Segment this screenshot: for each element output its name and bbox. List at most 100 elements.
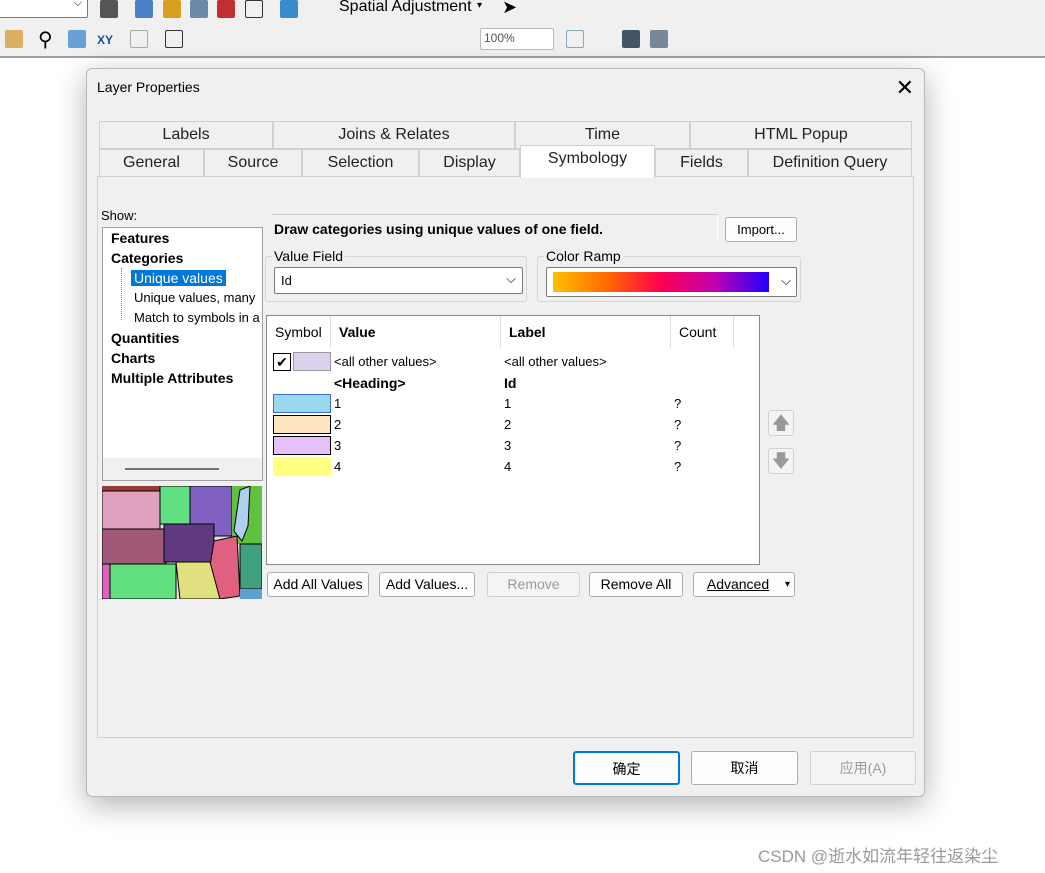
value-field-group: Value Field Id ⌵ (265, 248, 527, 302)
tab-labels[interactable]: Labels (99, 121, 273, 149)
label-cell: 4 (504, 459, 512, 474)
python-icon[interactable] (245, 0, 263, 18)
count-cell: ? (674, 417, 682, 432)
find-binoculars-icon[interactable]: ⚲ (38, 27, 53, 52)
add-values-button[interactable]: Add Values... (379, 572, 475, 597)
tab-definition-query[interactable]: Definition Query (748, 149, 912, 177)
column-header-value[interactable]: Value (331, 316, 501, 348)
label-cell: <all other values> (504, 354, 607, 369)
toolbar-combo[interactable]: ⌵ (0, 0, 88, 18)
zoom-value: 100% (484, 31, 515, 45)
remove-all-button[interactable]: Remove All (589, 572, 683, 597)
tree-item-multiple-attributes[interactable]: Multiple Attributes (111, 370, 233, 386)
checkbox[interactable]: ✔ (273, 353, 291, 371)
search-window-icon[interactable] (190, 0, 208, 18)
catalog-icon[interactable] (163, 0, 181, 18)
table-row[interactable]: 4 4? (267, 457, 757, 478)
column-header-count[interactable]: Count (671, 316, 734, 348)
select-arrow-icon[interactable]: ➤ (502, 0, 517, 18)
dropdown-arrow-icon: ▾ (784, 579, 790, 590)
tab-selection[interactable]: Selection (302, 149, 419, 177)
time-slider-icon[interactable] (130, 30, 148, 48)
map-preview (102, 486, 262, 599)
tab-general[interactable]: General (99, 149, 204, 177)
table-row[interactable]: 1 1? (267, 394, 757, 415)
value-cell: 2 (334, 417, 342, 432)
tree-item-features[interactable]: Features (111, 230, 169, 246)
goto-xy-icon[interactable]: XY (97, 33, 113, 47)
column-header-symbol[interactable]: Symbol (267, 316, 331, 348)
horizontal-scrollbar[interactable] (103, 458, 262, 480)
move-down-arrow-icon[interactable]: 🡇 (768, 448, 794, 474)
symbol-swatch[interactable] (273, 457, 331, 476)
route-icon[interactable] (68, 30, 86, 48)
value-cell: 4 (334, 459, 342, 474)
symbol-swatch[interactable] (273, 394, 331, 413)
add-all-values-button[interactable]: Add All Values (267, 572, 369, 597)
chevron-down-icon: ⌵ (781, 273, 791, 288)
tree-item-categories[interactable]: Categories (111, 250, 183, 266)
move-up-arrow-icon[interactable]: 🡅 (768, 410, 794, 436)
dropdown-arrow-icon: ▾ (477, 0, 483, 11)
toolbox-icon[interactable] (217, 0, 235, 18)
tree-item-match-symbols[interactable]: Match to symbols in a (134, 310, 260, 325)
table-row[interactable]: ✔ <all other values> <all other values> (267, 352, 757, 373)
magnifier-icon[interactable] (165, 30, 183, 48)
data-driven-pages-icon[interactable] (650, 30, 668, 48)
spatial-adjustment-menu[interactable]: Spatial Adjustment (339, 0, 472, 16)
cancel-button[interactable]: 取消 (691, 751, 798, 785)
watermark: CSDN @逝水如流年轻往返染尘 (758, 847, 999, 866)
layout-zoom-combo[interactable]: 100% (480, 28, 554, 50)
tree-item-unique-values[interactable]: Unique values (131, 270, 226, 286)
label-cell: 1 (504, 396, 512, 411)
tab-html-popup[interactable]: HTML Popup (690, 121, 912, 149)
label-cell: 3 (504, 438, 512, 453)
renderer-tree[interactable]: Features Categories Unique values Unique… (102, 227, 263, 481)
show-label: Show: (101, 208, 138, 223)
import-button-label: Import... (737, 222, 785, 237)
color-ramp-swatch (553, 272, 769, 292)
edit-icon[interactable] (100, 0, 118, 18)
tab-display[interactable]: Display (419, 149, 520, 177)
measure-icon[interactable] (5, 30, 23, 48)
table-row[interactable]: 2 2? (267, 415, 757, 436)
tree-item-unique-values-many[interactable]: Unique values, many (134, 290, 255, 305)
layer-properties-dialog: Layer Properties ✕ Labels Joins & Relate… (86, 68, 925, 797)
toolbar: ⌵ Spatial Adjustment ▾ ➤ ⚲ XY 100% (0, 0, 1045, 58)
value-field-value: Id (281, 273, 292, 288)
count-cell: ? (674, 459, 682, 474)
advanced-button[interactable]: Advanced ▾ (693, 572, 795, 597)
tab-fields[interactable]: Fields (655, 149, 748, 177)
symbol-swatch[interactable] (273, 436, 331, 455)
color-ramp-dropdown[interactable]: ⌵ (546, 267, 797, 297)
apply-button[interactable]: 应用(A) (810, 751, 916, 785)
symbology-panel: Show: Features Categories Unique values … (97, 176, 914, 738)
value-cell: <all other values> (334, 354, 437, 369)
layout-view-icon[interactable] (566, 30, 584, 48)
value-field-dropdown[interactable]: Id ⌵ (274, 267, 523, 294)
symbol-swatch[interactable] (293, 352, 331, 371)
tab-symbology[interactable]: Symbology (520, 145, 655, 178)
modelbuilder-icon[interactable] (280, 0, 298, 18)
tab-joins-relates[interactable]: Joins & Relates (273, 121, 515, 149)
import-button[interactable]: Import... (725, 217, 797, 242)
unique-values-table[interactable]: Symbol Value Label Count ✔ <all other val… (266, 315, 760, 565)
table-row[interactable]: <Heading> Id (267, 373, 757, 394)
tab-source[interactable]: Source (204, 149, 302, 177)
table-row[interactable]: 3 3? (267, 436, 757, 457)
chevron-down-icon: ⌵ (506, 271, 516, 286)
value-cell: <Heading> (334, 375, 406, 391)
symbol-swatch[interactable] (273, 415, 331, 434)
advanced-label: Advanced (706, 576, 770, 592)
attributes-icon[interactable] (135, 0, 153, 18)
label-cell: 2 (504, 417, 512, 432)
close-icon[interactable]: ✕ (896, 75, 914, 101)
count-cell: ? (674, 438, 682, 453)
column-header-label[interactable]: Label (501, 316, 671, 348)
value-cell: 1 (334, 396, 342, 411)
remove-button[interactable]: Remove (487, 572, 580, 597)
tree-item-charts[interactable]: Charts (111, 350, 155, 366)
change-layout-icon[interactable] (622, 30, 640, 48)
ok-button[interactable]: 确定 (573, 751, 680, 785)
tree-item-quantities[interactable]: Quantities (111, 330, 179, 346)
